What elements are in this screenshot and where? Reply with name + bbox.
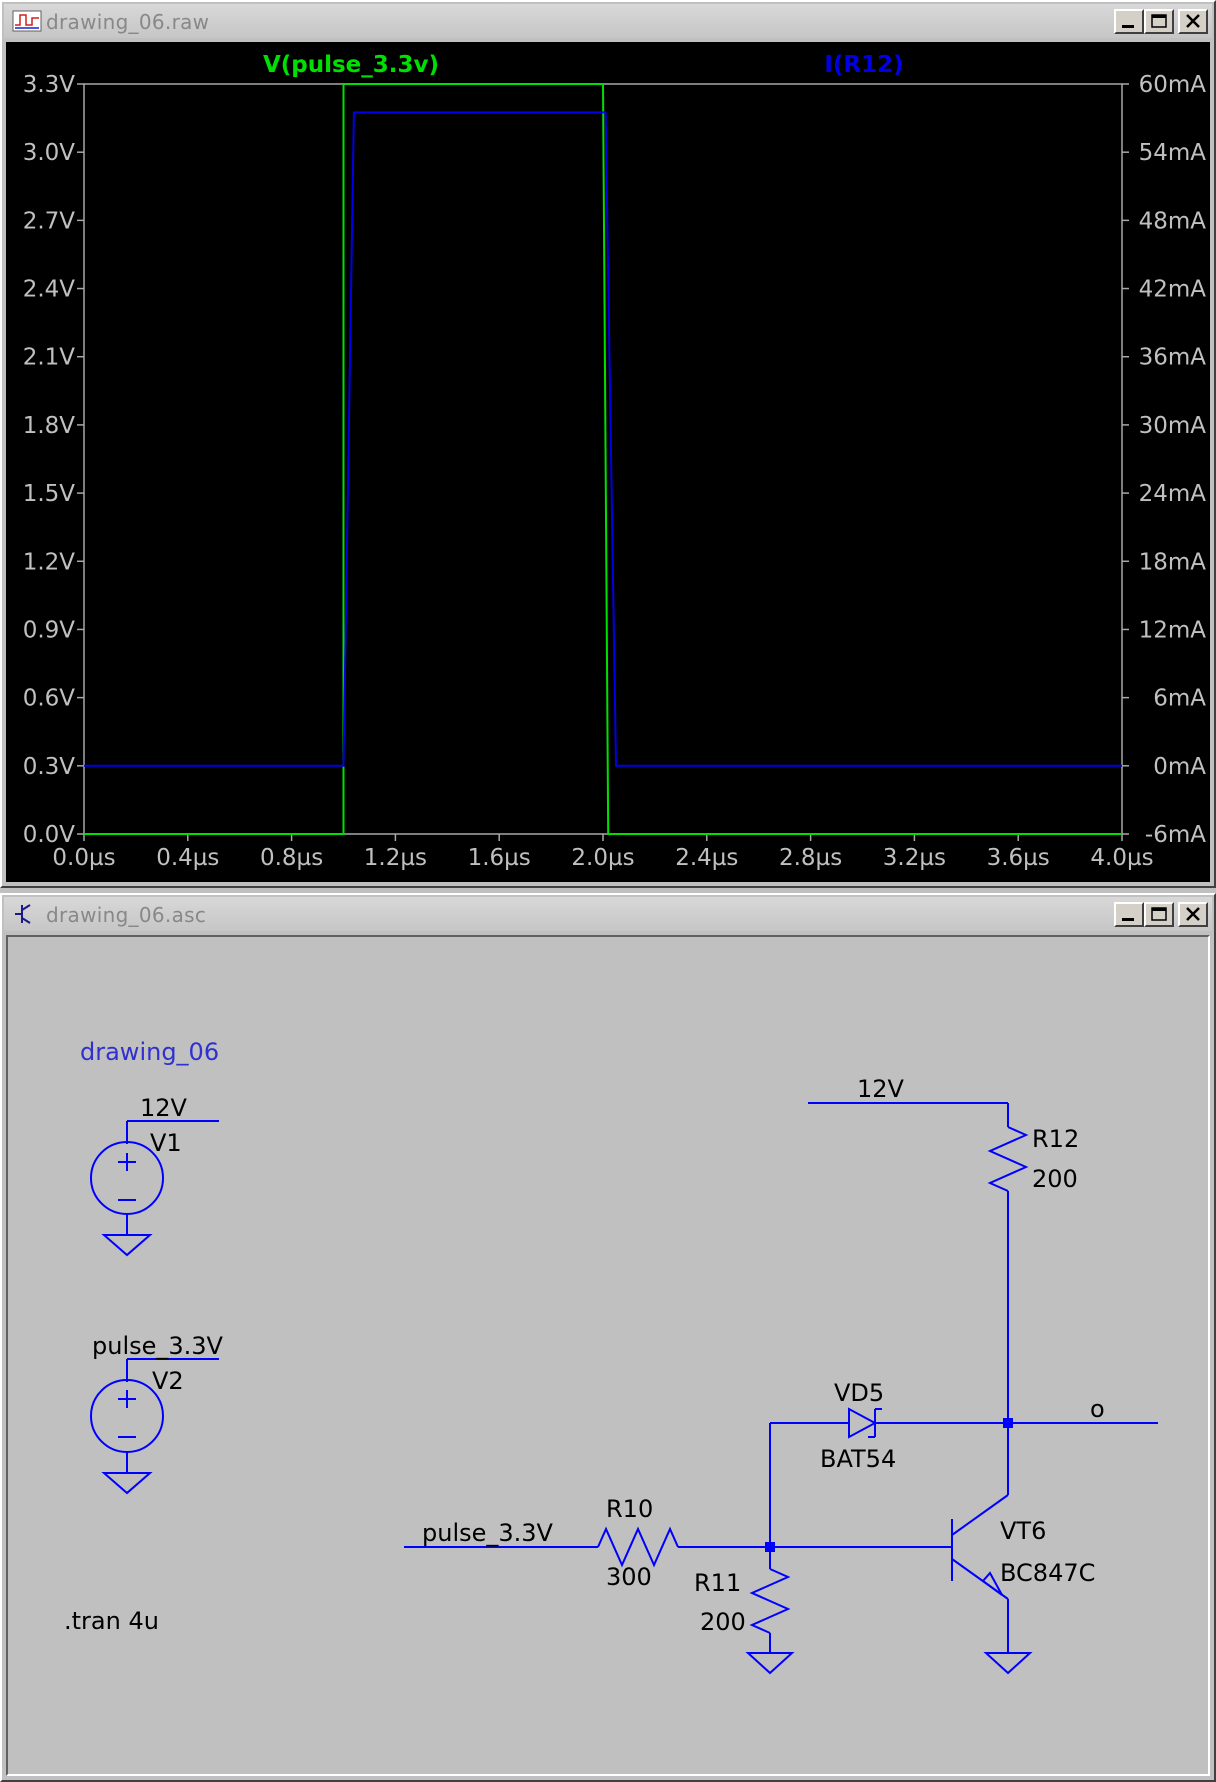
y-left-tick-label: 2.4V <box>23 277 76 303</box>
diode-vd5[interactable] <box>770 1407 882 1439</box>
maximize-icon <box>1151 14 1167 28</box>
schematic-drawing[interactable]: drawing_06 12V V1 pulse_3.3V V2 .tran 4u… <box>8 937 1212 1780</box>
junction-dot <box>1003 1418 1013 1428</box>
y-right-tick-label: 60mA <box>1139 72 1207 98</box>
y-left-tick-label: 0.0V <box>23 822 76 848</box>
y-left-tick-label: 1.8V <box>23 413 76 439</box>
y-right-tick-label: 0mA <box>1153 754 1206 780</box>
waveform-window-title: drawing_06.raw <box>46 10 210 34</box>
r10-value[interactable]: 300 <box>606 1563 652 1591</box>
waveform-window[interactable]: drawing_06.raw 0.0µs 0.4µs 0.8µs 1.2µs 1.6µs… <box>0 0 1216 888</box>
minimize-icon <box>1122 918 1134 921</box>
vt6-name[interactable]: VT6 <box>1000 1517 1046 1545</box>
net-label-output[interactable]: o <box>1090 1395 1105 1423</box>
vd5-name[interactable]: VD5 <box>834 1379 884 1407</box>
x-tick-label: 2.4µs <box>675 845 738 871</box>
transistor-vt6[interactable] <box>951 1423 1033 1675</box>
y-left-tick-label: 1.2V <box>23 549 76 575</box>
x-tick-label: 0.4µs <box>156 845 219 871</box>
series-line-1[interactable] <box>84 83 1122 835</box>
minimize-button[interactable] <box>1114 9 1144 34</box>
waveform-chart[interactable]: 0.0µs 0.4µs 0.8µs 1.2µs 1.6µs 2.0µs 2.4µs 2.8µs… <box>6 42 1210 880</box>
trace-label-1[interactable]: V(pulse_3.3v) <box>263 52 439 78</box>
y-right-tick-label: 48mA <box>1139 208 1207 234</box>
y-right-tick-label: 42mA <box>1139 277 1207 303</box>
v1-name[interactable]: V1 <box>150 1129 182 1157</box>
vd5-value[interactable]: BAT54 <box>820 1445 896 1473</box>
x-tick-label: 1.6µs <box>468 845 531 871</box>
y-right-tick-label: 36mA <box>1139 345 1207 371</box>
r10-name[interactable]: R10 <box>606 1495 653 1523</box>
net-label-pulse[interactable]: pulse_3.3V <box>422 1519 554 1547</box>
y-left-tick-label: 1.5V <box>23 481 76 507</box>
y-right-tick-label: 54mA <box>1139 140 1207 166</box>
net-label-v1-12v[interactable]: 12V <box>140 1094 188 1122</box>
schematic-canvas[interactable]: drawing_06 12V V1 pulse_3.3V V2 .tran 4u… <box>6 935 1210 1776</box>
x-tick-label: 3.6µs <box>987 845 1050 871</box>
net-label-12v[interactable]: 12V <box>857 1075 905 1103</box>
y-left-tick-label: 0.9V <box>23 617 76 643</box>
waveform-titlebar[interactable]: drawing_06.raw <box>4 4 1212 38</box>
maximize-button[interactable] <box>1144 902 1174 927</box>
net-label-v2-pulse[interactable]: pulse_3.3V <box>92 1332 224 1360</box>
minimize-button[interactable] <box>1114 902 1144 927</box>
x-tick-label: 0.8µs <box>260 845 323 871</box>
trace-label-2[interactable]: I(R12) <box>824 52 903 78</box>
close-icon <box>1186 907 1200 921</box>
spice-directive[interactable]: .tran 4u <box>64 1607 159 1635</box>
resistor-r11[interactable] <box>749 1568 791 1634</box>
r11-name[interactable]: R11 <box>694 1569 741 1597</box>
y-right-tick-label: -6mA <box>1145 822 1206 848</box>
waveform-plot-pane[interactable]: 0.0µs 0.4µs 0.8µs 1.2µs 1.6µs 2.0µs 2.4µs 2.8µs… <box>6 42 1210 882</box>
schematic-icon <box>15 904 31 924</box>
x-tick-label: 1.2µs <box>364 845 427 871</box>
schematic-title[interactable]: drawing_06 <box>80 1038 219 1066</box>
schematic-window[interactable]: drawing_06.asc drawing_06 12V V1 pulse_3… <box>0 893 1216 1782</box>
close-button[interactable] <box>1178 902 1208 927</box>
y-right-tick-label: 30mA <box>1139 413 1207 439</box>
y-left-tick-label: 3.0V <box>23 140 76 166</box>
r12-name[interactable]: R12 <box>1032 1125 1079 1153</box>
y-left-tick-label: 3.3V <box>23 72 76 98</box>
waveform-icon <box>12 10 42 32</box>
close-icon <box>1186 14 1200 28</box>
y-left-tick-label: 0.3V <box>23 754 76 780</box>
vt6-value[interactable]: BC847C <box>1000 1559 1095 1587</box>
resistor-r10[interactable] <box>597 1526 679 1568</box>
r11-value[interactable]: 200 <box>700 1608 746 1636</box>
x-tick-label: 0.0µs <box>52 845 115 871</box>
schematic-titlebar[interactable]: drawing_06.asc <box>4 897 1212 931</box>
x-tick-label: 3.2µs <box>883 845 946 871</box>
schematic-window-title: drawing_06.asc <box>46 903 207 927</box>
y-left-tick-label: 0.6V <box>23 686 76 712</box>
minimize-icon <box>1122 25 1134 28</box>
y-right-tick-label: 24mA <box>1139 481 1207 507</box>
x-tick-label: 2.0µs <box>571 845 634 871</box>
resistor-r12[interactable] <box>987 1126 1029 1192</box>
x-tick-label: 2.8µs <box>779 845 842 871</box>
maximize-button[interactable] <box>1144 9 1174 34</box>
junction-dot <box>765 1542 775 1552</box>
y-right-tick-label: 6mA <box>1153 686 1206 712</box>
y-left-tick-label: 2.7V <box>23 208 76 234</box>
v2-name[interactable]: V2 <box>152 1367 184 1395</box>
close-button[interactable] <box>1178 9 1208 34</box>
x-tick-label: 4.0µs <box>1090 845 1153 871</box>
y-right-tick-label: 12mA <box>1139 617 1207 643</box>
y-left-tick-label: 2.1V <box>23 345 76 371</box>
r12-value[interactable]: 200 <box>1032 1165 1078 1193</box>
maximize-icon <box>1151 907 1167 921</box>
y-right-tick-label: 18mA <box>1139 549 1207 575</box>
